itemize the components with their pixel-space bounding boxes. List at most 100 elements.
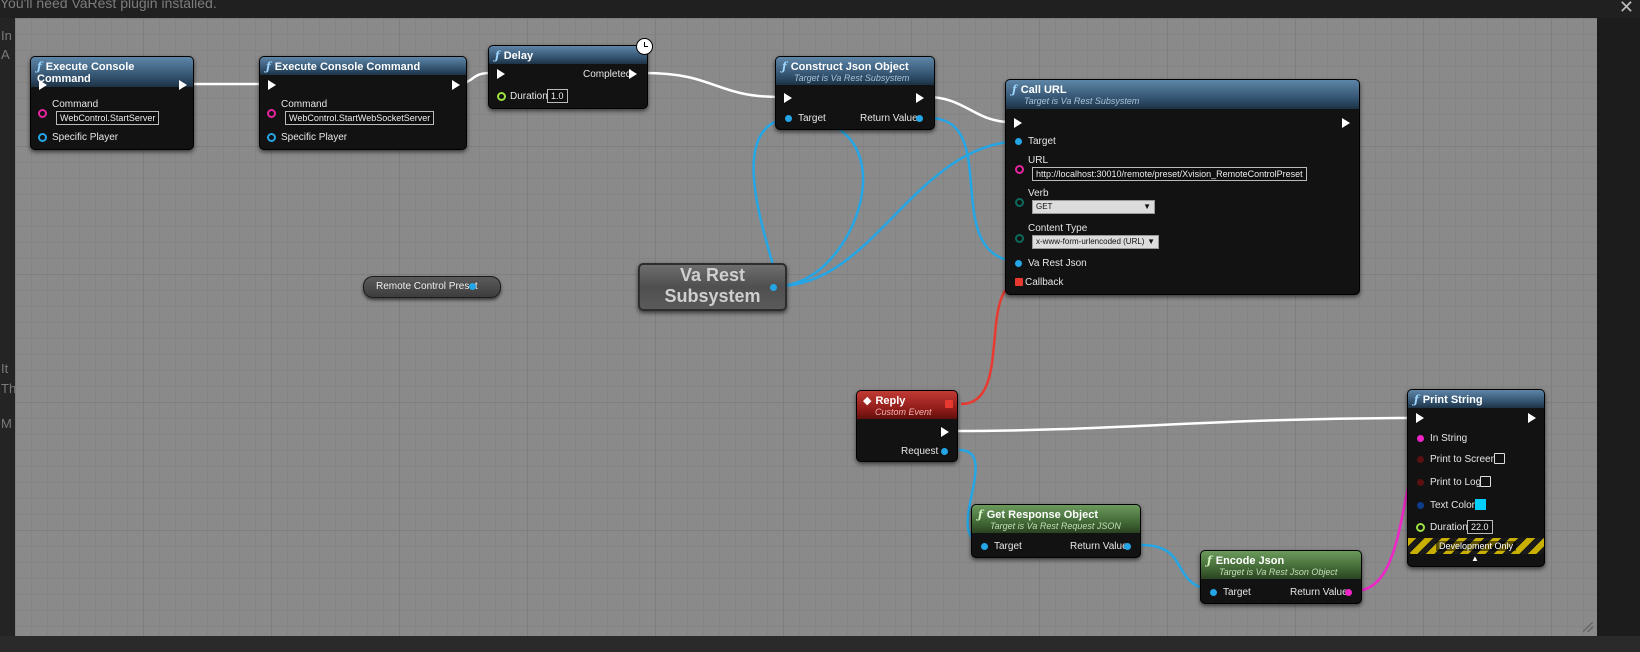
request-output-pin[interactable] <box>941 448 948 455</box>
return-value-pin[interactable] <box>1124 543 1131 550</box>
resize-grip-icon[interactable] <box>1583 622 1593 632</box>
print-to-screen-pin[interactable] <box>1417 456 1424 463</box>
command-pin[interactable] <box>267 109 276 118</box>
command-label: Command <box>281 99 328 110</box>
delay-node[interactable]: ƒ Delay Completed Duration 1.0 <box>488 38 653 109</box>
exec-input-pin[interactable] <box>497 69 505 79</box>
exec-output-pin[interactable] <box>452 80 460 90</box>
function-icon: ƒ <box>37 60 42 73</box>
variable-output-pin[interactable] <box>469 283 476 290</box>
command-field[interactable]: WebControl.StartWebSocketServer <box>285 111 435 125</box>
command-pin[interactable] <box>38 109 47 118</box>
print-string-node[interactable]: ƒ Print String In String Print to Screen … <box>1407 389 1545 567</box>
exec-output-pin[interactable] <box>1528 413 1536 423</box>
verb-dropdown[interactable]: GET ▼ <box>1032 200 1155 214</box>
node-title: Call URL <box>1020 84 1067 96</box>
command-field[interactable]: WebControl.StartServer <box>56 111 160 125</box>
remote-control-preset-variable[interactable]: Remote Control Preset <box>363 276 501 298</box>
node-header[interactable]: ƒ Delay <box>489 46 647 64</box>
subsystem-output-pin[interactable] <box>770 284 777 291</box>
node-header[interactable]: ƒ Get Response Object Target is Va Rest Re… <box>972 505 1140 533</box>
exec-output-pin[interactable] <box>179 80 187 90</box>
target-label: Target <box>994 541 1022 552</box>
target-pin[interactable] <box>981 543 988 550</box>
node-title: Construct Json Object <box>790 61 909 73</box>
variable-label: Remote Control Preset <box>376 281 478 292</box>
duration-label: Duration <box>510 91 548 102</box>
construct-json-object-node[interactable]: ƒ Construct Json Object Target is Va Rest … <box>775 56 935 130</box>
left-fragment: A <box>1 47 10 62</box>
reply-custom-event-node[interactable]: ◆ Reply Custom Event Request <box>856 390 958 462</box>
content-type-label: Content Type <box>1028 223 1088 234</box>
target-pin[interactable] <box>785 115 792 122</box>
duration-field[interactable]: 22.0 <box>1467 520 1493 534</box>
completed-output-pin[interactable] <box>629 69 637 79</box>
content-type-value: x-www-form-urlencoded (URL) <box>1036 237 1145 246</box>
print-to-screen-checkbox[interactable] <box>1494 453 1505 464</box>
print-to-screen-label: Print to Screen <box>1430 454 1497 465</box>
node-header[interactable]: ƒ Execute Console Command <box>31 57 193 87</box>
verb-value: GET <box>1036 202 1053 211</box>
function-icon: ƒ <box>266 60 271 73</box>
call-url-node[interactable]: ƒ Call URL Target is Va Rest Subsystem Tar… <box>1005 79 1360 295</box>
exec-output-pin[interactable] <box>941 427 949 437</box>
target-pin[interactable] <box>1210 589 1217 596</box>
exec-output-pin[interactable] <box>1342 118 1350 128</box>
duration-pin[interactable] <box>497 92 506 101</box>
node-header[interactable]: ƒ Call URL Target is Va Rest Subsystem <box>1006 80 1359 109</box>
exec-output-pin[interactable] <box>916 93 924 103</box>
execute-console-command-node-1[interactable]: ƒ Execute Console Command Command WebCont… <box>30 56 194 150</box>
print-to-log-pin[interactable] <box>1417 479 1424 486</box>
content-type-dropdown[interactable]: x-www-form-urlencoded (URL) ▼ <box>1032 235 1159 249</box>
function-icon: ƒ <box>1207 554 1212 567</box>
target-pin[interactable] <box>1015 138 1022 145</box>
va-rest-subsystem-node[interactable]: Va Rest Subsystem <box>638 263 787 311</box>
va-rest-json-pin[interactable] <box>1015 260 1022 267</box>
exec-input-pin[interactable] <box>784 93 792 103</box>
text-color-swatch[interactable] <box>1475 499 1486 510</box>
callback-pin[interactable] <box>1015 278 1023 286</box>
left-fragment: Th <box>1 381 17 396</box>
exec-input-pin[interactable] <box>1014 118 1022 128</box>
node-header[interactable]: ƒ Execute Console Command <box>260 57 466 75</box>
node-subtitle: Target is Va Rest Json Object <box>1219 567 1338 577</box>
node-header[interactable]: ƒ Print String <box>1408 390 1544 408</box>
specific-player-pin[interactable] <box>38 133 47 142</box>
execute-console-command-node-2[interactable]: ƒ Execute Console Command Command WebCont… <box>259 56 467 150</box>
get-response-object-node[interactable]: ƒ Get Response Object Target is Va Rest Re… <box>971 504 1141 558</box>
return-value-pin[interactable] <box>916 115 923 122</box>
print-to-log-checkbox[interactable] <box>1480 476 1491 487</box>
function-icon: ƒ <box>978 508 983 521</box>
node-header[interactable]: ƒ Construct Json Object Target is Va Rest … <box>776 57 934 85</box>
chevron-down-icon: ▼ <box>1147 237 1155 246</box>
completed-label: Completed <box>583 69 632 80</box>
exec-input-pin[interactable] <box>39 80 47 90</box>
exec-input-pin[interactable] <box>1416 413 1424 423</box>
delegate-output-pin[interactable] <box>945 400 953 408</box>
text-color-pin[interactable] <box>1417 502 1424 509</box>
text-color-label: Text Color <box>1430 500 1476 511</box>
in-string-pin[interactable] <box>1417 435 1424 442</box>
left-fragment: It <box>1 361 9 376</box>
url-pin[interactable] <box>1015 165 1024 174</box>
return-value-pin[interactable] <box>1345 589 1352 596</box>
right-panel <box>1597 18 1640 652</box>
node-header[interactable]: ◆ Reply Custom Event <box>857 391 957 419</box>
subsystem-title-line2: Subsystem <box>664 286 761 306</box>
delegate-wire <box>960 279 1024 406</box>
object-wire <box>777 139 1024 288</box>
encode-json-node[interactable]: ƒ Encode Json Target is Va Rest Json Objec… <box>1200 550 1362 604</box>
function-icon: ƒ <box>1012 83 1017 96</box>
blueprint-graph-canvas[interactable]: ƒ Execute Console Command Command WebCont… <box>15 18 1597 636</box>
duration-field[interactable]: 1.0 <box>547 89 568 103</box>
url-field[interactable]: http://localhost:30010/remote/preset/Xvi… <box>1032 167 1307 181</box>
duration-pin[interactable] <box>1416 523 1425 532</box>
expand-arrow-icon[interactable]: ▲ <box>1471 554 1479 563</box>
specific-player-pin[interactable] <box>267 133 276 142</box>
verb-pin[interactable] <box>1015 198 1024 207</box>
exec-input-pin[interactable] <box>268 80 276 90</box>
content-type-pin[interactable] <box>1015 234 1024 243</box>
node-header[interactable]: ƒ Encode Json Target is Va Rest Json Objec… <box>1201 551 1361 579</box>
close-icon[interactable]: ✕ <box>1619 0 1634 18</box>
left-panel: In A It Th M <box>0 18 17 652</box>
